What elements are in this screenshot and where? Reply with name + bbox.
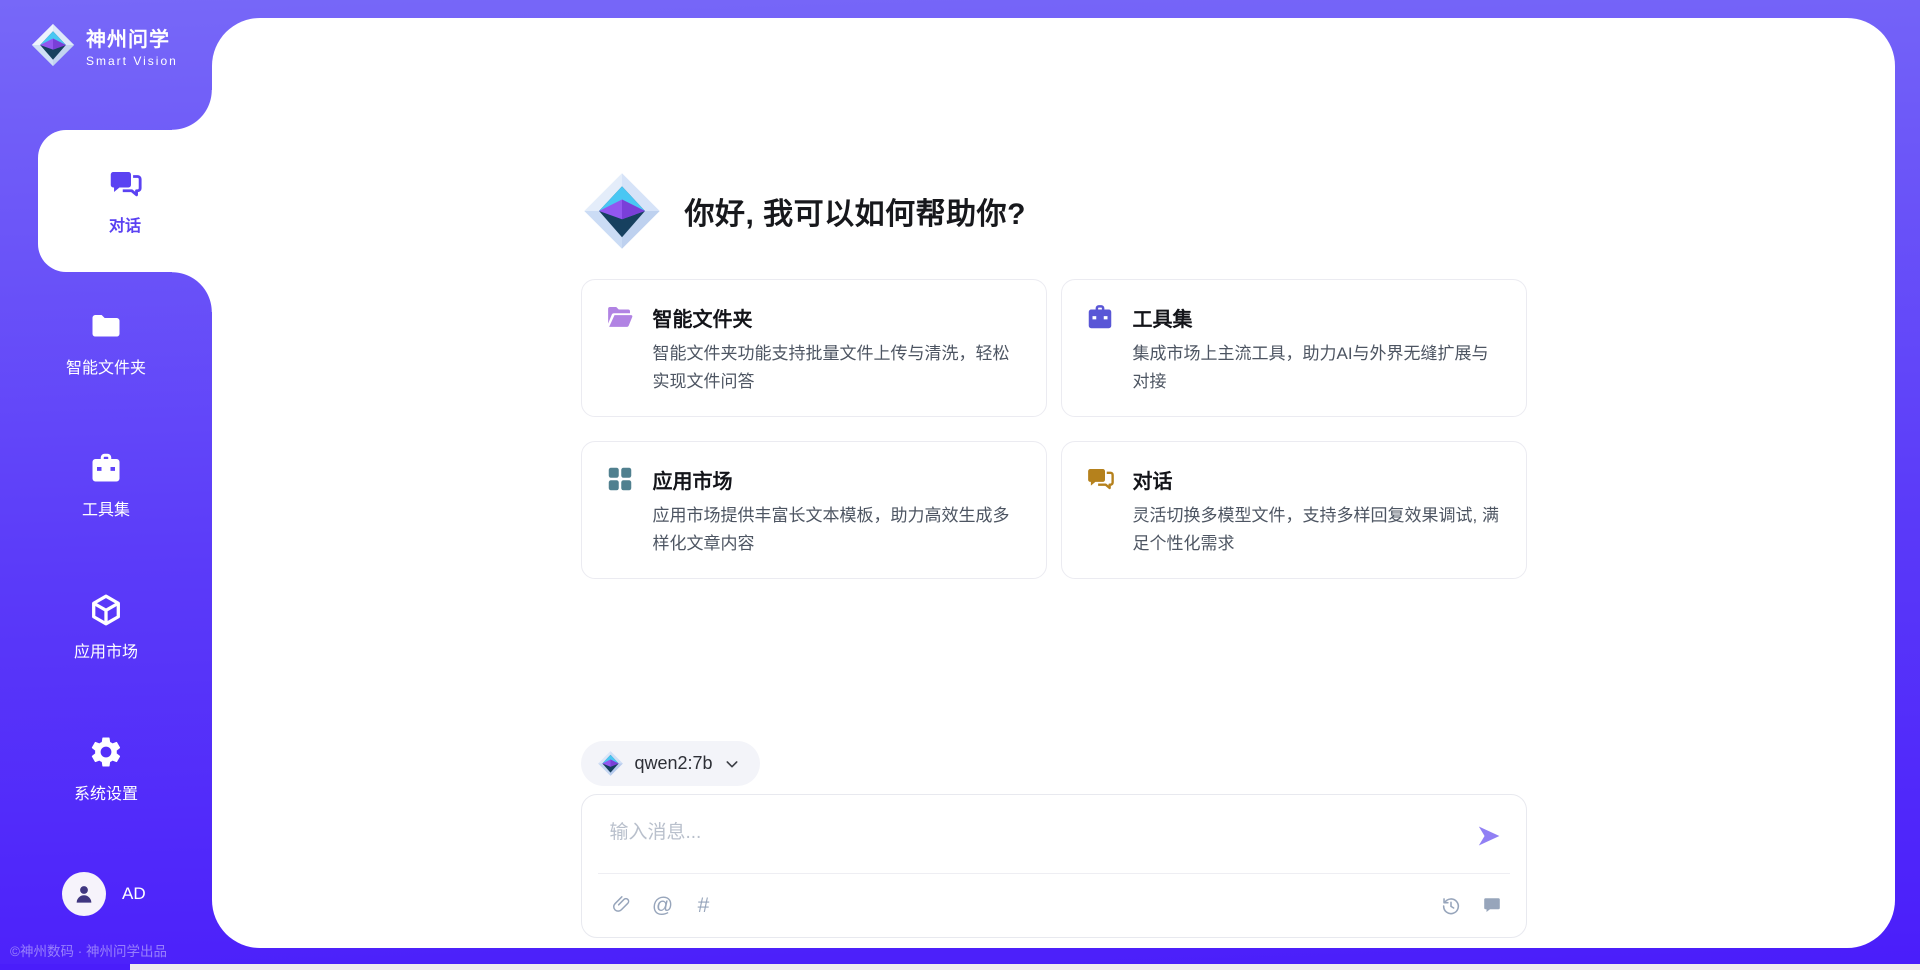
person-icon <box>71 881 97 907</box>
sidebar-item-chat[interactable]: 对话 <box>38 130 212 272</box>
card-title: 应用市场 <box>653 465 1020 494</box>
sidebar-item-app-market[interactable]: 应用市场 <box>0 556 212 698</box>
model-selector[interactable]: qwen2:7b <box>581 741 760 786</box>
card-toolset[interactable]: 工具集 集成市场上主流工具，助力AI与外界无缝扩展与对接 <box>1061 279 1527 417</box>
model-name: qwen2:7b <box>635 753 713 774</box>
card-title: 智能文件夹 <box>653 303 1020 332</box>
chat-icon <box>1085 464 1115 494</box>
cube-icon <box>88 592 124 628</box>
card-title: 对话 <box>1133 465 1500 494</box>
card-description: 灵活切换多模型文件，支持多样回复效果调试, 满足个性化需求 <box>1133 502 1500 558</box>
greeting: 你好, 我可以如何帮助你? <box>581 170 1527 252</box>
brand-name: 神州问学 <box>86 23 178 52</box>
user-profile[interactable]: AD <box>0 872 212 916</box>
greeting-diamond-icon <box>581 170 663 252</box>
send-button[interactable] <box>1476 823 1502 852</box>
model-diamond-icon <box>597 750 624 777</box>
sidebar-item-label: 工具集 <box>82 496 130 520</box>
toolbox-icon <box>1085 302 1115 332</box>
card-description: 应用市场提供丰富长文本模板，助力高效生成多样化文章内容 <box>653 502 1020 558</box>
sidebar-item-toolset[interactable]: 工具集 <box>0 414 212 556</box>
card-title: 工具集 <box>1133 303 1500 332</box>
sidebar-item-smart-folder[interactable]: 智能文件夹 <box>0 272 212 414</box>
avatar <box>62 872 106 916</box>
paperclip-icon <box>611 895 632 916</box>
card-app-market[interactable]: 应用市场 应用市场提供丰富长文本模板，助力高效生成多样化文章内容 <box>581 441 1047 579</box>
message-composer: 输入消息... @ # <box>581 794 1527 938</box>
mention-button[interactable]: @ <box>651 894 675 918</box>
bottom-edge <box>0 964 1920 970</box>
card-description: 智能文件夹功能支持批量文件上传与清洗，轻松实现文件问答 <box>653 340 1020 396</box>
sidebar-footer-text: ©神州数码 · 神州问学出品 <box>0 940 212 960</box>
sidebar-item-label: 系统设置 <box>74 780 138 804</box>
sidebar-item-label: 对话 <box>109 212 141 236</box>
chat-bubble-icon <box>1481 895 1503 917</box>
toolbox-icon <box>88 450 124 486</box>
card-chat[interactable]: 对话 灵活切换多模型文件，支持多样回复效果调试, 满足个性化需求 <box>1061 441 1527 579</box>
card-description: 集成市场上主流工具，助力AI与外界无缝扩展与对接 <box>1133 340 1500 396</box>
grid-icon <box>605 464 635 494</box>
topic-button[interactable]: # <box>692 894 716 918</box>
feature-cards: 智能文件夹 智能文件夹功能支持批量文件上传与清洗，轻松实现文件问答 工具集 集成… <box>581 279 1527 579</box>
sidebar: 神州问学 Smart Vision 对话 智能文件夹 工具集 <box>0 0 212 970</box>
history-icon <box>1440 895 1462 917</box>
sidebar-item-label: 智能文件夹 <box>66 354 146 378</box>
sidebar-item-settings[interactable]: 系统设置 <box>0 698 212 840</box>
new-chat-button[interactable] <box>1480 894 1504 918</box>
chat-icon <box>107 166 143 202</box>
card-smart-folder[interactable]: 智能文件夹 智能文件夹功能支持批量文件上传与清洗，轻松实现文件问答 <box>581 279 1047 417</box>
folder-open-icon <box>605 302 635 332</box>
bottom-edge-left <box>0 964 130 970</box>
send-icon <box>1476 823 1502 849</box>
brand-subtitle: Smart Vision <box>86 54 178 68</box>
hash-icon: # <box>698 894 710 918</box>
gear-icon <box>88 734 124 770</box>
message-input[interactable]: 输入消息... <box>610 817 702 844</box>
folder-icon <box>88 308 124 344</box>
chevron-down-icon <box>724 756 740 772</box>
sidebar-nav: 对话 智能文件夹 工具集 应用市场 <box>0 130 212 840</box>
history-button[interactable] <box>1439 894 1463 918</box>
at-icon: @ <box>652 894 673 918</box>
sidebar-item-label: 应用市场 <box>74 638 138 662</box>
brand-diamond-icon <box>30 22 76 68</box>
main-panel: 你好, 我可以如何帮助你? 智能文件夹 智能文件夹功能支持批量文件上传与清洗，轻… <box>212 18 1895 948</box>
user-initials: AD <box>122 884 146 904</box>
brand-logo: 神州问学 Smart Vision <box>0 0 212 68</box>
attach-button[interactable] <box>610 894 634 918</box>
greeting-title: 你好, 我可以如何帮助你? <box>685 189 1027 233</box>
